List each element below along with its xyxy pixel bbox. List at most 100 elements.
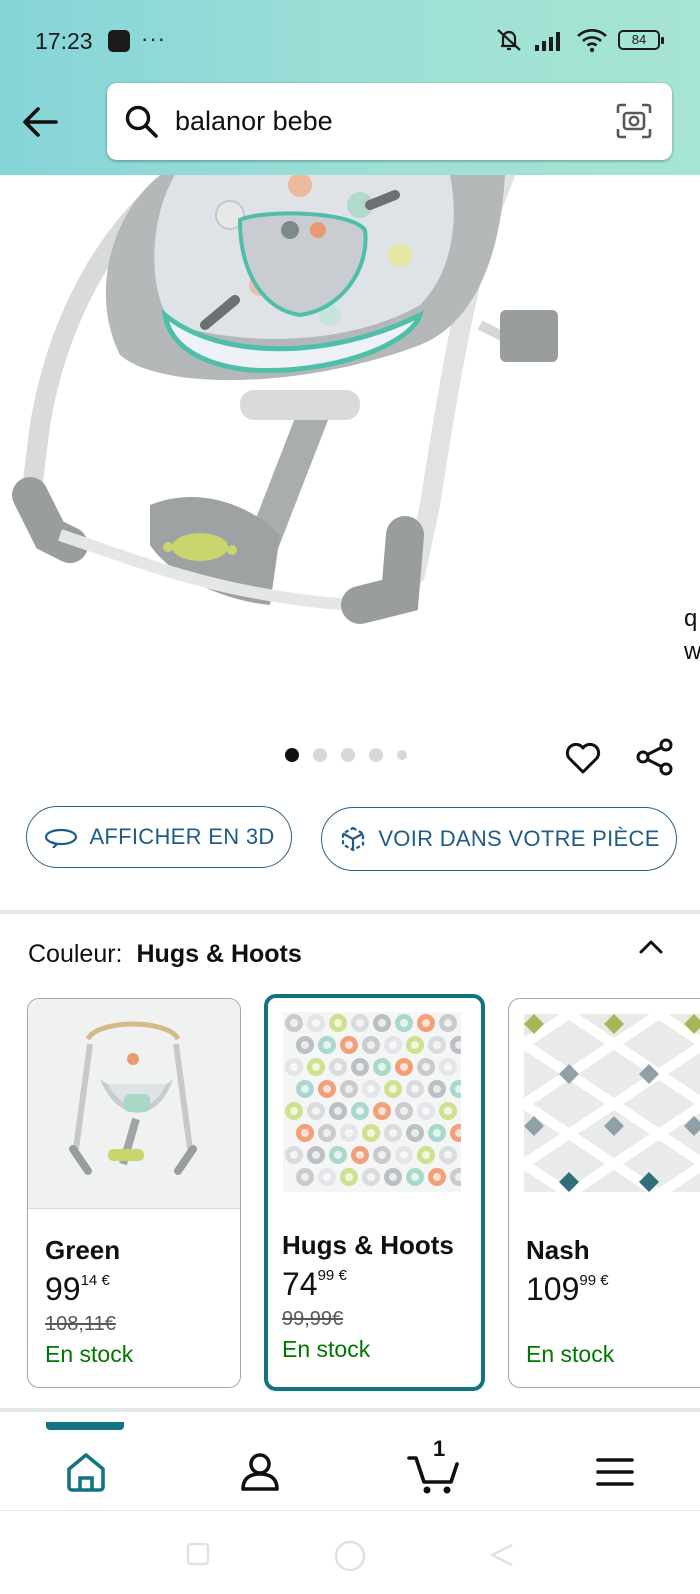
recent-apps-icon[interactable] bbox=[185, 1541, 211, 1567]
pattern-circle-center bbox=[400, 1151, 408, 1159]
mute-bell-icon bbox=[497, 29, 521, 51]
pattern-circle-center bbox=[345, 1173, 353, 1181]
pattern-circle-center bbox=[400, 1107, 408, 1115]
view-in-room-button[interactable]: VOIR DANS VOTRE PIÈCE bbox=[321, 807, 677, 871]
carousel-dot[interactable] bbox=[369, 748, 383, 762]
fabric-pattern-thumbnail bbox=[521, 1007, 700, 1201]
pattern-circle-center bbox=[367, 1173, 375, 1181]
search-bar[interactable] bbox=[107, 83, 672, 160]
wifi-icon bbox=[577, 29, 607, 53]
cart-button[interactable]: 1 bbox=[405, 1436, 465, 1502]
selected-color-name: Hugs & Hoots bbox=[136, 940, 302, 968]
pattern-circle-center bbox=[301, 1041, 309, 1049]
home-icon[interactable] bbox=[56, 1442, 116, 1502]
app-header: 17:23 ··· 84 bbox=[0, 0, 700, 175]
carousel-dot[interactable] bbox=[341, 748, 355, 762]
pattern-circle-center bbox=[323, 1129, 331, 1137]
search-input[interactable] bbox=[175, 101, 595, 141]
pattern-circle-center bbox=[422, 1151, 430, 1159]
pattern-circle-center bbox=[433, 1173, 441, 1181]
carousel-dot[interactable] bbox=[313, 748, 327, 762]
color-label: Couleur: bbox=[28, 940, 123, 968]
wishlist-heart-icon[interactable] bbox=[562, 736, 604, 778]
section-divider bbox=[0, 1408, 700, 1412]
home-circle-icon[interactable] bbox=[333, 1539, 367, 1573]
chevron-up-icon[interactable] bbox=[636, 932, 666, 962]
color-option-nash[interactable]: Nash 10999 € En stock bbox=[508, 998, 700, 1388]
pattern-circle-center bbox=[389, 1129, 397, 1137]
pattern-circle-center bbox=[312, 1107, 320, 1115]
ar-cube-icon bbox=[342, 826, 365, 852]
back-triangle-icon[interactable] bbox=[488, 1541, 516, 1569]
pattern-circle-center bbox=[367, 1085, 375, 1093]
back-arrow-icon[interactable] bbox=[18, 100, 62, 144]
pattern-circle-center bbox=[411, 1085, 419, 1093]
color-option-stock: En stock bbox=[282, 1336, 371, 1362]
pattern-circle-center bbox=[400, 1019, 408, 1027]
section-divider bbox=[0, 910, 700, 914]
account-icon[interactable] bbox=[230, 1442, 290, 1502]
pattern-circle-center bbox=[422, 1063, 430, 1071]
pattern-circle-center bbox=[323, 1173, 331, 1181]
pattern-circle-center bbox=[301, 1085, 309, 1093]
pattern-circle-center bbox=[356, 1063, 364, 1071]
status-icons: 84 bbox=[494, 26, 664, 54]
carousel-dot-active[interactable] bbox=[285, 748, 299, 762]
search-icon bbox=[125, 105, 158, 138]
color-selection-header: Couleur: Hugs & Hoots bbox=[28, 940, 302, 969]
view-in-room-label: VOIR DANS VOTRE PIÈCE bbox=[378, 826, 660, 851]
pattern-circle-center bbox=[334, 1151, 342, 1159]
pattern-circle-center bbox=[323, 1085, 331, 1093]
pattern-circle-center bbox=[389, 1041, 397, 1049]
status-time: 17:23 bbox=[35, 28, 93, 54]
pattern-circle-center bbox=[345, 1129, 353, 1137]
carousel-dot[interactable] bbox=[397, 750, 407, 760]
share-icon[interactable] bbox=[634, 736, 676, 778]
pattern-circle-center bbox=[378, 1019, 386, 1027]
baby-swing-image bbox=[12, 175, 558, 624]
pattern-circle-center bbox=[290, 1063, 298, 1071]
next-image-peek-text: q w bbox=[684, 605, 700, 665]
pattern-circle-center bbox=[411, 1173, 419, 1181]
pattern-circle-center bbox=[444, 1063, 452, 1071]
fabric-pattern-thumbnail bbox=[285, 1014, 468, 1186]
system-navigation-bar bbox=[0, 1510, 700, 1594]
pattern-circle-center bbox=[323, 1041, 331, 1049]
view-in-3d-label: AFFICHER EN 3D bbox=[89, 824, 275, 849]
pattern-circle-center bbox=[422, 1019, 430, 1027]
color-option-name: Nash bbox=[526, 1235, 590, 1265]
pattern-circle-center bbox=[444, 1107, 452, 1115]
pattern-circle-center bbox=[312, 1151, 320, 1159]
pattern-circle-center bbox=[290, 1107, 298, 1115]
pattern-circle-center bbox=[378, 1063, 386, 1071]
color-option-price: 10999 € bbox=[526, 1271, 609, 1307]
pattern-circle-center bbox=[312, 1063, 320, 1071]
pattern-circle-center bbox=[345, 1041, 353, 1049]
status-bar: 17:23 ··· 84 bbox=[0, 0, 700, 84]
product-image[interactable] bbox=[0, 175, 700, 715]
pattern-circle-center bbox=[433, 1041, 441, 1049]
color-option-name: Green bbox=[45, 1235, 121, 1265]
pattern-circle-center bbox=[290, 1151, 298, 1159]
pattern-circle-center bbox=[400, 1063, 408, 1071]
pattern-circle-center bbox=[356, 1151, 364, 1159]
view-in-3d-button[interactable]: AFFICHER EN 3D bbox=[26, 806, 292, 868]
image-carousel-dots[interactable] bbox=[285, 748, 407, 762]
pattern-circle-center bbox=[378, 1151, 386, 1159]
hamburger-menu-icon[interactable] bbox=[585, 1442, 645, 1502]
pattern-circle-center bbox=[356, 1019, 364, 1027]
pattern-circle-center bbox=[422, 1107, 430, 1115]
pattern-circle-center bbox=[356, 1107, 364, 1115]
camera-search-icon[interactable] bbox=[614, 101, 654, 141]
swing-thumbnail bbox=[69, 1021, 197, 1175]
color-option-old-price: 99,99€ bbox=[282, 1308, 344, 1330]
color-option-hugs-hoots[interactable]: Hugs & Hoots 7499 € 99,99€ En stock bbox=[264, 994, 485, 1391]
color-option-green[interactable]: Green 9914 € 108,11€ En stock bbox=[27, 998, 241, 1388]
color-option-price: 9914 € bbox=[45, 1271, 110, 1307]
signal-icon bbox=[535, 32, 560, 51]
color-option-image bbox=[521, 1007, 700, 1201]
color-option-image bbox=[283, 1012, 468, 1192]
pattern-circle-center bbox=[290, 1019, 298, 1027]
color-option-stock: En stock bbox=[45, 1341, 134, 1367]
pattern-circle-center bbox=[433, 1085, 441, 1093]
